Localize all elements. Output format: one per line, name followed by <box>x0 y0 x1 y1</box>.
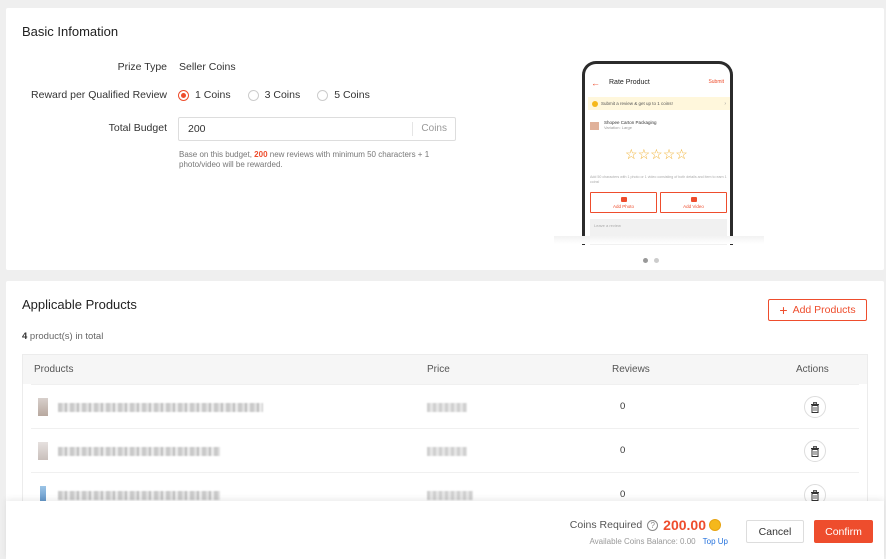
coin-icon <box>709 519 721 531</box>
radio-selected-icon <box>178 89 189 101</box>
radio-icon <box>247 89 259 101</box>
product-reviews: 0 <box>620 401 626 412</box>
budget-suffix: Coins <box>412 122 455 136</box>
prize-type-label: Prize Type <box>117 61 167 73</box>
budget-hint-count: 200 <box>254 150 268 159</box>
reward-option-5[interactable]: 5 Coins <box>317 89 370 101</box>
preview-note: Add 50 characters with 1 photo or 1 vide… <box>590 175 727 184</box>
prize-type-value: Seller Coins <box>179 61 236 73</box>
preview-add-video: Add Video <box>660 192 727 213</box>
reward-option-3[interactable]: 3 Coins <box>247 89 300 101</box>
arrow-left-icon: ← <box>591 78 600 88</box>
product-price-blurred <box>427 403 467 412</box>
product-thumbnail <box>590 122 599 130</box>
preview-product-variation: Variation: Large <box>604 125 632 130</box>
table-row: 0 <box>31 428 859 472</box>
carousel-dots <box>643 258 665 263</box>
product-price-blurred <box>427 491 473 500</box>
preview-star-rating: ☆ ☆ ☆ ☆ ☆ <box>625 147 688 161</box>
star-icon: ☆ <box>650 146 663 162</box>
product-name-blurred <box>58 491 220 500</box>
product-thumbnail <box>38 442 48 460</box>
reward-radio-group: 1 Coins 3 Coins 5 Coins <box>178 89 387 101</box>
top-up-link[interactable]: Top Up <box>703 537 728 546</box>
column-actions: Actions <box>796 364 829 375</box>
table-row: 0 <box>31 384 859 428</box>
carousel-dot-1[interactable] <box>643 258 648 263</box>
cancel-button[interactable]: Cancel <box>746 520 804 543</box>
column-products: Products <box>34 364 74 375</box>
delete-product-button[interactable] <box>804 440 826 462</box>
coins-required-label: Coins Required <box>569 519 643 531</box>
phone-shadow <box>554 236 764 244</box>
applicable-products-title: Applicable Products <box>22 297 137 312</box>
preview-title: Rate Product <box>609 79 650 86</box>
total-budget-label: Total Budget <box>108 122 167 134</box>
product-name-blurred <box>58 403 263 412</box>
total-budget-input[interactable] <box>179 118 413 140</box>
product-thumbnail <box>38 398 48 416</box>
trash-icon <box>811 401 819 413</box>
star-icon: ☆ <box>637 146 651 162</box>
help-icon[interactable]: ? <box>647 519 659 531</box>
reward-option-1[interactable]: 1 Coins <box>178 89 231 101</box>
camera-icon <box>620 196 627 202</box>
preview-banner: Submit a review & get up to 1 coins! › <box>588 97 730 110</box>
confirm-button[interactable]: Confirm <box>814 520 873 543</box>
column-price: Price <box>427 364 450 375</box>
total-budget-field: Coins <box>178 117 456 141</box>
product-reviews: 0 <box>620 489 626 500</box>
products-table: Products Price Reviews Actions 0 0 0 <box>22 354 868 517</box>
product-name-blurred <box>58 447 220 456</box>
reward-label: Reward per Qualified Review <box>31 89 167 101</box>
coins-required-value: 200.00 <box>663 517 706 533</box>
budget-hint: Base on this budget, 200 new reviews wit… <box>179 150 430 169</box>
preview-add-photo: Add Photo <box>590 192 657 213</box>
action-footer: Coins Required ? 200.00 Available Coins … <box>6 501 884 559</box>
coins-required: Coins Required ? 200.00 <box>570 517 721 533</box>
coins-balance: Available Coins Balance: 0.00 Top Up <box>589 537 728 546</box>
column-reviews: Reviews <box>612 364 650 375</box>
preview-product: Shopee Carton Packaging Variation: Large <box>590 120 657 130</box>
star-icon: ☆ <box>675 146 688 162</box>
radio-icon <box>317 89 329 101</box>
plus-icon: + <box>779 302 788 318</box>
delete-product-button[interactable] <box>804 396 826 418</box>
trash-icon <box>811 445 819 457</box>
basic-information-card: Basic Infomation Prize Type Seller Coins… <box>6 8 884 270</box>
review-preview-phone: ← Rate Product Submit Submit a review & … <box>582 61 733 245</box>
star-icon: ☆ <box>662 146 676 162</box>
product-price-blurred <box>427 447 467 456</box>
add-products-button[interactable]: + Add Products <box>768 299 867 321</box>
star-icon: ☆ <box>625 146 638 162</box>
basic-information-title: Basic Infomation <box>22 24 119 39</box>
carousel-dot-2[interactable] <box>654 258 659 263</box>
table-header: Products Price Reviews Actions <box>23 355 867 384</box>
preview-submit: Submit <box>708 79 724 85</box>
product-count: 4 product(s) in total <box>22 331 104 342</box>
trash-icon <box>811 489 819 501</box>
video-icon <box>690 196 697 202</box>
chevron-right-icon: › <box>724 100 726 107</box>
coin-icon <box>592 100 598 107</box>
product-reviews: 0 <box>620 445 626 456</box>
